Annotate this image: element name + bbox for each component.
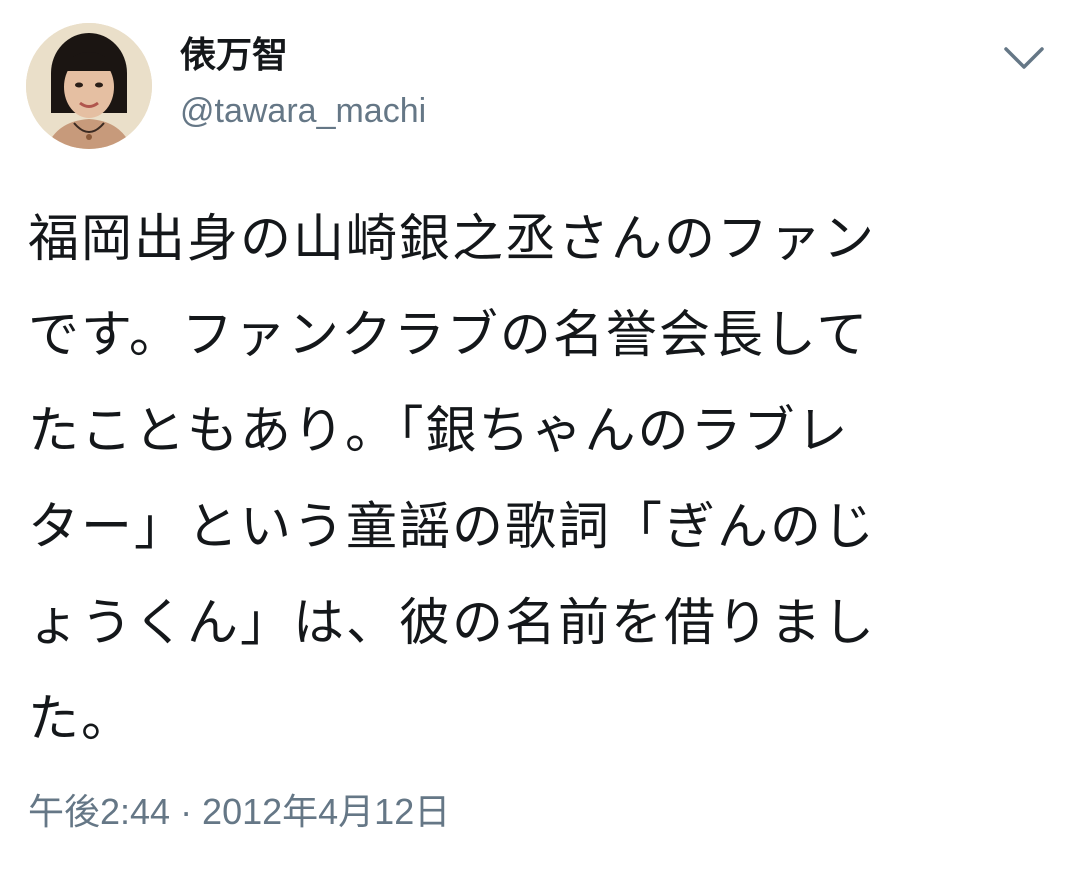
avatar[interactable] (26, 23, 152, 149)
display-name[interactable]: 俵万智 (180, 34, 288, 78)
tweet-text-line: です。ファンクラブの名誉会長して (28, 306, 870, 365)
tweet-text-line: ター」という童謡の歌詞「ぎんのじ (28, 498, 877, 557)
profile-photo-icon (26, 23, 152, 149)
tweet-text-line: ょうくん」は、彼の名前を借りまし (28, 594, 877, 653)
chevron-down-icon (1004, 47, 1044, 69)
tweet: 俵万智 @tawara_machi 福岡出身の山崎銀之丞さんのファン です。ファ… (0, 0, 1079, 871)
tweet-menu-button[interactable] (1000, 38, 1048, 78)
tweet-text-line: たこともあり。「銀ちゃんのラブレ (28, 402, 850, 461)
tweet-text: 福岡出身の山崎銀之丞さんのファン です。ファンクラブの名誉会長して たこともあり… (28, 192, 1058, 768)
tweet-timestamp[interactable]: 午後2:44 · 2012年4月12日 (28, 790, 450, 834)
user-handle[interactable]: @tawara_machi (180, 90, 426, 132)
tweet-text-line: た。 (28, 690, 135, 749)
tweet-text-line: 福岡出身の山崎銀之丞さんのファン (28, 210, 877, 269)
